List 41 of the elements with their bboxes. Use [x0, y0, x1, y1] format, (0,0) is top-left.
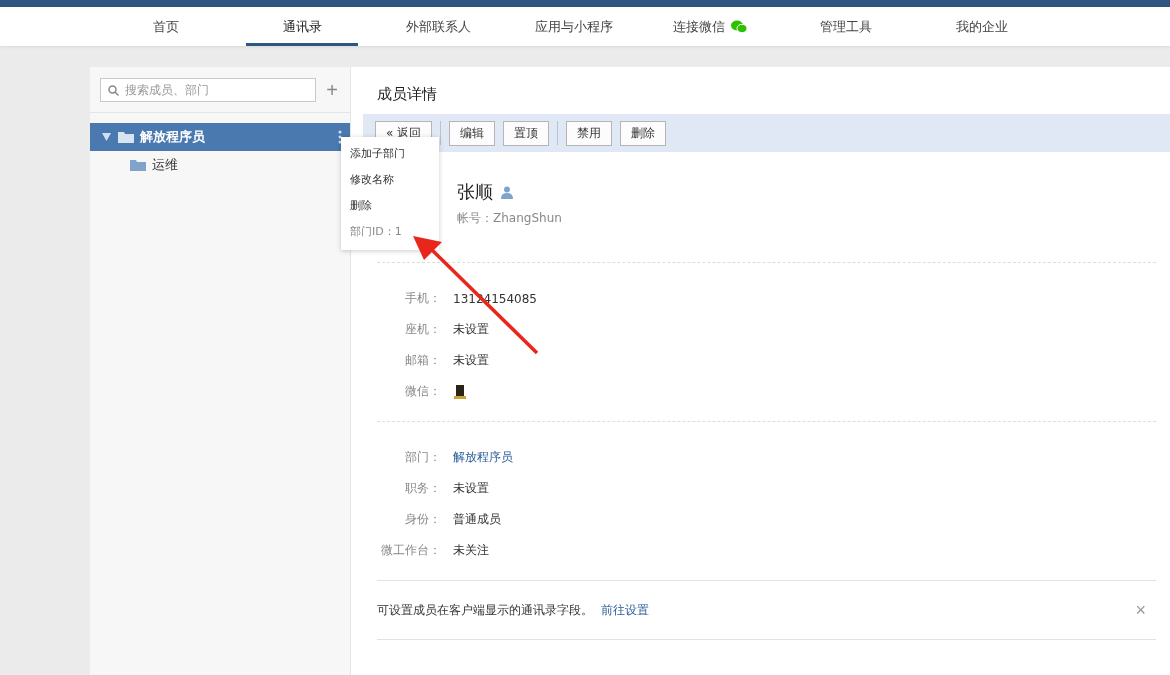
toolbar-button[interactable]: 删除 — [620, 120, 667, 146]
person-icon — [501, 185, 513, 199]
notice-text: 可设置成员在客户端显示的通讯录字段。 — [377, 601, 593, 619]
field-label: 手机： — [404, 290, 441, 307]
field-value: 未设置 — [453, 352, 489, 369]
account-text: 帐号：ZhangShun — [457, 210, 563, 227]
field-label: 邮箱： — [404, 352, 441, 369]
tree-item[interactable]: 解放程序员 — [90, 123, 350, 151]
field-value: 未设置 — [453, 480, 489, 497]
expand-icon[interactable] — [102, 131, 112, 143]
field-value: 普通成员 — [453, 511, 501, 528]
nav-tab[interactable]: 首页 — [110, 7, 222, 46]
field-label: 微工作台： — [380, 542, 441, 559]
search-icon — [108, 85, 119, 96]
toolbar-button[interactable]: 置顶 — [503, 120, 550, 146]
department-link[interactable]: 解放程序员 — [453, 449, 513, 466]
more-icon[interactable] — [338, 130, 342, 144]
field-value: 未关注 — [453, 542, 489, 559]
nav-tab[interactable]: 通讯录 — [246, 7, 358, 46]
member-name: 张顺 — [457, 180, 493, 204]
field-label: 座机： — [404, 321, 441, 338]
toolbar-button[interactable]: 禁用 — [566, 120, 613, 146]
department-id-text: 部门ID：1 — [349, 224, 403, 240]
folder-icon — [130, 159, 146, 171]
field-label: 部门： — [404, 449, 441, 466]
field-label: 身份： — [404, 511, 441, 528]
field-value: 未设置 — [453, 321, 489, 338]
folder-icon — [118, 131, 134, 143]
field-label: 职务： — [404, 480, 441, 497]
menu-item[interactable]: 删除 — [341, 193, 439, 219]
nav-tab[interactable]: 外部联系人 — [382, 7, 494, 46]
wechat-avatar-icon — [453, 383, 467, 400]
nav-tab[interactable]: 连接微信 — [654, 7, 766, 46]
settings-link[interactable]: 前往设置 — [601, 601, 649, 619]
nav-tab[interactable]: 应用与小程序 — [518, 7, 630, 46]
search-field[interactable]: 搜索成员、部门 — [100, 78, 316, 102]
nav-tab[interactable]: 管理工具 — [790, 7, 902, 46]
toolbar-button[interactable]: 编辑 — [449, 120, 496, 146]
nav-tab[interactable]: 我的企业 — [926, 7, 1038, 46]
page-title: 成员详情 — [377, 85, 438, 104]
field-label: 微信： — [404, 383, 441, 400]
